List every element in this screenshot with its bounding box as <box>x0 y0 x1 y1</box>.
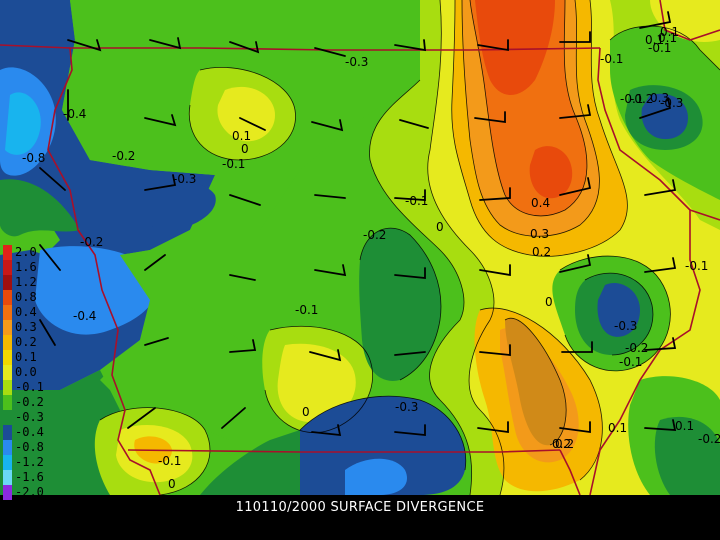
contour-label: -0.3 <box>395 400 418 414</box>
legend-label: 1.6 <box>15 260 37 274</box>
legend-entry: 0.3 <box>3 320 63 335</box>
legend-swatch <box>3 455 12 470</box>
legend-label: -0.8 <box>15 440 44 454</box>
legend-swatch <box>3 410 12 425</box>
contour-label: 0 <box>302 405 310 419</box>
contour-label: 0.1 <box>660 25 679 39</box>
contour-label: 0 <box>241 142 249 156</box>
legend-label: 0.3 <box>15 320 37 334</box>
legend-swatch <box>3 335 12 350</box>
legend-swatch <box>3 440 12 455</box>
contour-label: 0 <box>168 477 176 491</box>
legend-entry: -2.0 <box>3 485 63 500</box>
map-caption: 110110/2000 SURFACE DIVERGENCE <box>235 500 485 515</box>
legend-swatch <box>3 290 12 305</box>
legend-entry: 0.4 <box>3 305 63 320</box>
contour-label: 0.1 <box>232 129 251 143</box>
legend-swatch <box>3 320 12 335</box>
contour-label: -0.4 <box>63 107 86 121</box>
color-legend: 2.0 1.6 1.2 0.8 0.4 0.3 0.2 0.1 0.0 -0.1 -0.2 -0.3-… <box>3 245 63 500</box>
legend-label: -0.3 <box>15 410 44 424</box>
contour-label: -0.1 <box>405 194 428 208</box>
legend-label: 0.1 <box>15 350 37 364</box>
contour-label: 0.4 <box>531 196 550 210</box>
contour-label: -0.2 <box>625 341 648 355</box>
legend-swatch <box>3 275 12 290</box>
legend-entry: 0.0 <box>3 365 63 380</box>
legend-swatch <box>3 380 12 395</box>
legend-entry: 0.2 <box>3 335 63 350</box>
contour-label: -0.4 <box>73 309 96 323</box>
legend-entry: -0.1 <box>3 380 63 395</box>
contour-label: -0.2 <box>112 149 135 163</box>
legend-entry: -0.4 <box>3 425 63 440</box>
contour-label: -0.2 <box>80 235 103 249</box>
legend-swatch <box>3 395 12 410</box>
contour-label: -0.1 <box>619 355 642 369</box>
legend-swatch <box>3 245 12 260</box>
legend-label: 0.2 <box>15 335 37 349</box>
legend-entry: 1.2 <box>3 275 63 290</box>
contour-label: 0.3 <box>530 227 549 241</box>
divergence-map: -0.3 -0.1 -0.1 -0.2 -0.3 0.1 0.3 -0.4 0.1 0 -0.1 -0… <box>0 0 720 495</box>
contour-label: 0 <box>436 220 444 234</box>
legend-label: -0.2 <box>15 395 44 409</box>
legend-label: 1.2 <box>15 275 37 289</box>
legend-swatch <box>3 350 12 365</box>
legend-entry: 0.8 <box>3 290 63 305</box>
contour-label: -0.3 <box>614 319 637 333</box>
legend-swatch <box>3 365 12 380</box>
contour-label: -0.1 <box>685 259 708 273</box>
contour-label: 0 <box>545 295 553 309</box>
contour-label: -0.3 <box>173 172 196 186</box>
contour-label: 0.1 <box>675 419 694 433</box>
legend-swatch <box>3 425 12 440</box>
legend-label: 2.0 <box>15 245 37 259</box>
legend-swatch <box>3 260 12 275</box>
legend-label: -1.6 <box>15 470 44 484</box>
legend-entry: -0.8 <box>3 440 63 455</box>
legend-entry: -1.6 <box>3 470 63 485</box>
contour-label: -0.3 <box>345 55 368 69</box>
contour-label: -0.1 <box>158 454 181 468</box>
contour-label: -0.1 <box>600 52 623 66</box>
legend-entry: 0.1 <box>3 350 63 365</box>
legend-entry: -1.2 <box>3 455 63 470</box>
legend-entry: -0.3 <box>3 410 63 425</box>
contour-label: -0.8 <box>22 151 45 165</box>
legend-label: -0.4 <box>15 425 44 439</box>
contour-label: -0.1 <box>295 303 318 317</box>
contour-label: -0.2 <box>363 228 386 242</box>
contour-label: 0.2 <box>532 245 551 259</box>
legend-entry: 2.0 <box>3 245 63 260</box>
contour-label: -0.2 <box>698 432 720 446</box>
legend-swatch <box>3 470 12 485</box>
legend-label: -1.2 <box>15 455 44 469</box>
legend-entry: 1.6 <box>3 260 63 275</box>
legend-label: 0.0 <box>15 365 37 379</box>
legend-label: 0.4 <box>15 305 37 319</box>
legend-label: 0.8 <box>15 290 37 304</box>
contour-label: 0.2 <box>555 437 574 451</box>
legend-label: -0.1 <box>15 380 44 394</box>
contour-label: 0.1 <box>608 421 627 435</box>
legend-swatch <box>3 305 12 320</box>
contour-label: -0.3 <box>660 96 683 110</box>
legend-swatch <box>3 485 12 500</box>
legend-label: -2.0 <box>15 485 44 499</box>
contour-label: -0.1 <box>620 92 643 106</box>
legend-entry: -0.2 <box>3 395 63 410</box>
contour-label: -0.1 <box>222 157 245 171</box>
